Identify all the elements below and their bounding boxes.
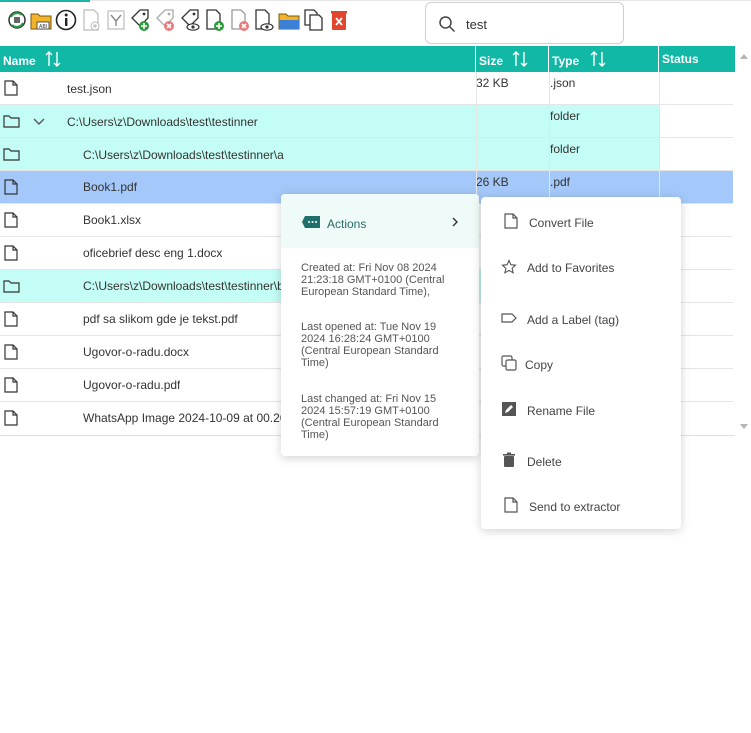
toolbar: ABI bbox=[0, 0, 751, 46]
tag-add-icon[interactable] bbox=[129, 7, 152, 33]
table-row[interactable]: test.json 32 KB .json bbox=[0, 72, 733, 105]
file-name: pdf sa slikom gde je tekst.pdf bbox=[83, 312, 238, 326]
header-name[interactable]: Name bbox=[0, 46, 476, 72]
file-name: Ugovor-o-radu.pdf bbox=[83, 378, 181, 392]
file-name: Book1.xlsx bbox=[83, 213, 142, 227]
file-name: Ugovor-o-radu.docx bbox=[83, 345, 190, 359]
edit-icon bbox=[502, 402, 516, 416]
info-icon[interactable] bbox=[55, 7, 78, 33]
file-icon bbox=[504, 213, 518, 229]
actions-label: Actions bbox=[327, 217, 367, 231]
file-name: WhatsApp Image 2024-10-09 at 00.26 bbox=[83, 411, 283, 425]
last-changed-at: Last changed at: Fri Nov 15 2024 15:57:1… bbox=[301, 393, 439, 441]
file-icon bbox=[4, 311, 18, 327]
toolbar-icons: ABI bbox=[5, 6, 352, 34]
last-opened-at: Last opened at: Tue Nov 19 2024 16:28:24… bbox=[301, 321, 439, 369]
delete-label: Delete bbox=[527, 455, 562, 469]
sort-icon[interactable] bbox=[44, 49, 62, 69]
table-row[interactable]: C:\Users\z\Downloads\test\testinner fold… bbox=[0, 105, 733, 138]
folder-name: C:\Users\z\Downloads\test\testinner bbox=[67, 115, 258, 129]
file-name: Book1.pdf bbox=[83, 180, 138, 194]
scrollbar[interactable] bbox=[736, 46, 751, 436]
folder-icon bbox=[3, 148, 20, 161]
convert-file-item[interactable]: Convert File bbox=[481, 207, 681, 235]
search-icon bbox=[439, 16, 456, 33]
header-name-label: Name bbox=[3, 54, 36, 68]
delete-item[interactable]: Delete bbox=[481, 446, 681, 474]
context-menu: Actions Created at: Fri Nov 08 2024 21:2… bbox=[281, 194, 479, 456]
file-type: .json bbox=[550, 76, 576, 90]
folder-icon bbox=[3, 280, 20, 293]
header-type[interactable]: Type bbox=[549, 46, 659, 72]
rename-file-item[interactable]: Rename File bbox=[481, 395, 681, 423]
add-to-favorites-item[interactable]: Add to Favorites bbox=[481, 253, 681, 281]
copy-icon[interactable] bbox=[303, 7, 326, 33]
folder-abi-icon[interactable]: ABI bbox=[30, 7, 53, 33]
send-to-extractor-item[interactable]: Send to extractor bbox=[481, 491, 681, 519]
folder-name: C:\Users\z\Downloads\test\testinner\b bbox=[83, 279, 281, 293]
doc-view-icon[interactable] bbox=[253, 7, 276, 33]
search-box bbox=[425, 2, 624, 44]
trash-icon bbox=[503, 452, 515, 467]
header-size-label: Size bbox=[479, 54, 504, 68]
file-icon bbox=[504, 497, 518, 513]
file-icon bbox=[4, 80, 18, 96]
file-type: folder bbox=[550, 109, 581, 123]
send-to-extractor-label: Send to extractor bbox=[529, 500, 621, 514]
table-row[interactable]: C:\Users\z\Downloads\test\testinner\a fo… bbox=[0, 138, 733, 171]
file-size: 32 KB bbox=[476, 76, 509, 90]
file-size: 26 KB bbox=[476, 175, 509, 189]
add-to-favorites-label: Add to Favorites bbox=[527, 261, 615, 275]
file-icon bbox=[4, 245, 18, 261]
tag-remove-icon[interactable] bbox=[154, 7, 177, 33]
star-icon bbox=[501, 259, 517, 274]
file-icon bbox=[4, 344, 18, 360]
doc-add-icon[interactable] bbox=[203, 7, 226, 33]
search-input[interactable] bbox=[466, 14, 616, 34]
scroll-up-icon[interactable] bbox=[740, 54, 748, 59]
header-status-label: Status bbox=[662, 52, 699, 66]
convert-file-label: Convert File bbox=[529, 216, 594, 230]
file-icon bbox=[4, 179, 18, 195]
file-type: .pdf bbox=[550, 175, 571, 189]
folder-icon bbox=[3, 115, 20, 128]
folder-name: C:\Users\z\Downloads\test\testinner\a bbox=[83, 148, 284, 162]
sync-icon[interactable] bbox=[5, 7, 28, 33]
actions-menu-item[interactable]: Actions bbox=[281, 194, 479, 248]
scroll-down-icon[interactable] bbox=[740, 424, 748, 429]
file-name: oficebrief desc eng 1.docx bbox=[83, 246, 223, 260]
toolbar-top-border bbox=[0, 0, 751, 1]
created-at: Created at: Fri Nov 08 2024 21:23:18 GMT… bbox=[301, 262, 445, 298]
toolbar-accent bbox=[0, 0, 90, 2]
folder-blue-icon[interactable] bbox=[278, 7, 301, 33]
actions-submenu: Convert File Add to Favorites Add a Labe… bbox=[481, 197, 681, 529]
tag-view-icon[interactable] bbox=[179, 7, 202, 33]
header-type-label: Type bbox=[552, 54, 580, 68]
svg-text:ABI: ABI bbox=[39, 24, 47, 30]
rename-file-label: Rename File bbox=[527, 404, 596, 418]
add-label-text: Add a Label (tag) bbox=[527, 313, 620, 327]
filter-icon[interactable] bbox=[104, 7, 127, 33]
sort-icon[interactable] bbox=[511, 49, 529, 69]
copy-label: Copy bbox=[525, 358, 554, 372]
file-icon bbox=[4, 377, 18, 393]
file-add-icon[interactable] bbox=[79, 7, 102, 33]
copy-icon bbox=[501, 355, 517, 371]
doc-remove-icon[interactable] bbox=[228, 7, 251, 33]
copy-item[interactable]: Copy bbox=[481, 349, 681, 377]
delete-icon[interactable] bbox=[327, 7, 350, 33]
file-icon bbox=[4, 410, 18, 426]
file-name: test.json bbox=[67, 82, 112, 96]
grid-header: Name Size Type Status bbox=[0, 46, 735, 72]
sort-icon[interactable] bbox=[589, 49, 607, 69]
header-size[interactable]: Size bbox=[476, 46, 549, 72]
file-type: folder bbox=[550, 142, 581, 156]
chevron-right-icon bbox=[452, 217, 458, 227]
file-icon bbox=[4, 212, 18, 228]
label-icon bbox=[501, 313, 517, 323]
add-label-item[interactable]: Add a Label (tag) bbox=[481, 304, 681, 332]
label-tag-icon bbox=[302, 216, 320, 228]
chevron-down-icon[interactable] bbox=[32, 115, 46, 129]
header-status[interactable]: Status bbox=[659, 46, 735, 72]
